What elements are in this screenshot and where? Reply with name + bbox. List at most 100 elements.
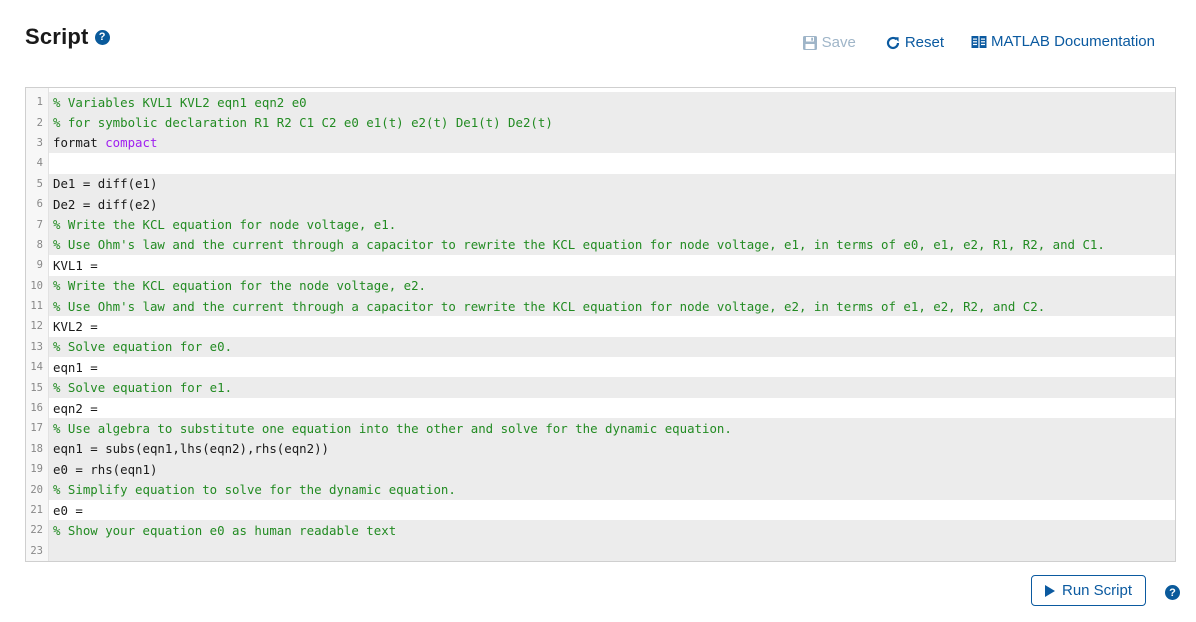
code-comment: % Show your equation e0 as human readabl… — [53, 522, 397, 538]
refresh-icon — [886, 36, 899, 49]
line-number: 17 — [30, 422, 43, 435]
toolbar: Save Reset MATLAB Documentation — [802, 32, 1155, 51]
code-text — [49, 540, 1175, 561]
line-number: 12 — [30, 320, 43, 333]
line-number: 20 — [30, 483, 43, 496]
code-token: De2 = diff(e2) — [53, 196, 158, 212]
line-number: 10 — [30, 279, 43, 292]
save-label: Save — [821, 34, 856, 51]
code-text: % Show your equation e0 as human readabl… — [49, 520, 1175, 541]
code-line[interactable]: 23 — [26, 540, 1175, 561]
line-number: 21 — [30, 504, 43, 516]
code-text: % Solve equation for e0. — [49, 336, 1175, 358]
code-text: format compact — [49, 132, 1175, 154]
code-text: % Write the KCL equation for the node vo… — [49, 275, 1175, 296]
reset-button[interactable]: Reset — [885, 34, 944, 51]
code-line[interactable]: 5 De1 = diff(e1) — [26, 173, 1175, 194]
code-comment: % Simplify equation to solve for the dyn… — [53, 482, 456, 498]
line-number: 8 — [36, 238, 43, 251]
code-line[interactable]: 1 % Variables KVL1 KVL2 eqn1 eqn2 e0 — [26, 92, 1175, 113]
code-line[interactable]: 17 % Use algebra to substitute one equati… — [26, 418, 1175, 439]
help-icon[interactable]: ? — [1165, 585, 1180, 600]
code-text: % Use Ohm's law and the current through … — [49, 295, 1175, 317]
code-line[interactable]: 9 KVL1 = — [26, 255, 1175, 275]
code-line[interactable]: 19 e0 = rhs(eqn1) — [26, 459, 1175, 480]
line-number: 9 — [36, 259, 43, 272]
line-number: 18 — [30, 442, 43, 455]
code-editor[interactable]: 1 % Variables KVL1 KVL2 eqn1 eqn2 e0 2 % fo… — [25, 87, 1176, 562]
line-number: 6 — [36, 198, 43, 211]
code-text: eqn1 = — [49, 357, 1175, 377]
code-line[interactable]: 8 % Use Ohm's law and the current through… — [26, 234, 1175, 256]
code-token: KVL1 = — [53, 257, 106, 273]
code-text: De1 = diff(e1) — [49, 173, 1175, 194]
code-line[interactable]: 16 eqn2 = — [26, 398, 1175, 418]
code-line[interactable]: 18 eqn1 = subs(eqn1,lhs(eqn2),rhs(eqn2)) — [26, 438, 1175, 460]
line-number: 5 — [36, 177, 43, 190]
code-line[interactable]: 7 % Write the KCL equation for node volta… — [26, 214, 1175, 235]
line-number: 11 — [30, 300, 43, 313]
code-line[interactable]: 13 % Solve equation for e0. — [26, 336, 1175, 358]
code-line[interactable]: 2 % for symbolic declaration R1 R2 C1 C2 … — [26, 112, 1175, 133]
line-number: 13 — [30, 340, 43, 353]
code-keyword: compact — [105, 135, 158, 151]
code-token: eqn1 = subs(eqn1,lhs(eqn2),rhs(eqn2)) — [53, 441, 330, 457]
code-line[interactable]: 12 KVL2 = — [26, 316, 1175, 336]
line-number: 14 — [30, 361, 43, 374]
book-icon — [971, 35, 987, 48]
code-line[interactable]: 4 — [26, 153, 1175, 173]
code-comment: % Solve equation for e0. — [53, 339, 233, 355]
code-text: % Write the KCL equation for node voltag… — [49, 214, 1175, 235]
code-text: De2 = diff(e2) — [49, 193, 1175, 215]
code-text: % Use Ohm's law and the current through … — [49, 234, 1175, 256]
code-text: % Simplify equation to solve for the dyn… — [49, 479, 1175, 500]
code-line[interactable]: 3 format compact — [26, 132, 1175, 154]
code-line[interactable]: 22 % Show your equation e0 as human reada… — [26, 520, 1175, 541]
help-icon[interactable]: ? — [94, 29, 110, 45]
code-comment: % Write the KCL equation for the node vo… — [53, 278, 426, 294]
code-text: % for symbolic declaration R1 R2 C1 C2 e… — [49, 112, 1175, 133]
save-button[interactable]: Save — [802, 34, 856, 51]
code-text: eqn1 = subs(eqn1,lhs(eqn2),rhs(eqn2)) — [49, 438, 1175, 460]
code-text: % Variables KVL1 KVL2 eqn1 eqn2 e0 — [49, 92, 1175, 113]
line-number: 16 — [30, 402, 43, 415]
code-line[interactable]: 15 % Solve equation for e1. — [26, 377, 1175, 398]
run-script-button[interactable]: Run Script — [1031, 575, 1146, 606]
line-number: 2 — [36, 116, 43, 129]
code-token: eqn1 = — [53, 359, 106, 375]
code-token: KVL2 = — [53, 318, 106, 334]
line-number: 4 — [36, 157, 43, 170]
code-text: % Use algebra to substitute one equation… — [49, 418, 1175, 439]
code-line[interactable]: 6 De2 = diff(e2) — [26, 193, 1175, 215]
documentation-label: MATLAB Documentation — [991, 33, 1155, 50]
code-comment: % for symbolic declaration R1 R2 C1 C2 e… — [53, 115, 553, 131]
line-number: 7 — [36, 218, 43, 231]
code-line[interactable]: 21 e0 = — [26, 500, 1175, 520]
script-header: Script ? — [25, 24, 110, 50]
code-comment: % Use Ohm's law and the current through … — [53, 237, 1105, 253]
code-token: e0 = — [53, 502, 91, 518]
code-lines: 1 % Variables KVL1 KVL2 eqn1 eqn2 e0 2 % fo… — [26, 92, 1175, 561]
code-token: eqn2 = — [53, 400, 106, 416]
code-text: e0 = rhs(eqn1) — [49, 459, 1175, 480]
code-text: KVL2 = — [49, 316, 1175, 336]
page-title: Script — [25, 24, 89, 49]
code-line[interactable]: 20 % Simplify equation to solve for the d… — [26, 479, 1175, 500]
matlab-documentation-link[interactable]: MATLAB Documentation — [971, 33, 1155, 50]
code-text: eqn2 = — [49, 398, 1175, 418]
code-comment: % Write the KCL equation for node voltag… — [53, 217, 397, 233]
line-number: 15 — [30, 381, 43, 394]
code-text: KVL1 = — [49, 255, 1175, 275]
reset-label: Reset — [904, 34, 945, 51]
code-token: e0 = rhs(eqn1) — [53, 461, 158, 477]
code-text: % Solve equation for e1. — [49, 377, 1175, 398]
line-number: 19 — [30, 463, 43, 476]
line-number: 3 — [36, 136, 43, 149]
code-line[interactable]: 10 % Write the KCL equation for the node … — [26, 275, 1175, 296]
play-icon — [1044, 584, 1055, 597]
line-number: 1 — [36, 96, 43, 109]
code-comment: % Use Ohm's law and the current through … — [53, 298, 1046, 314]
code-line[interactable]: 14 eqn1 = — [26, 357, 1175, 377]
code-line[interactable]: 11 % Use Ohm's law and the current throug… — [26, 295, 1175, 317]
